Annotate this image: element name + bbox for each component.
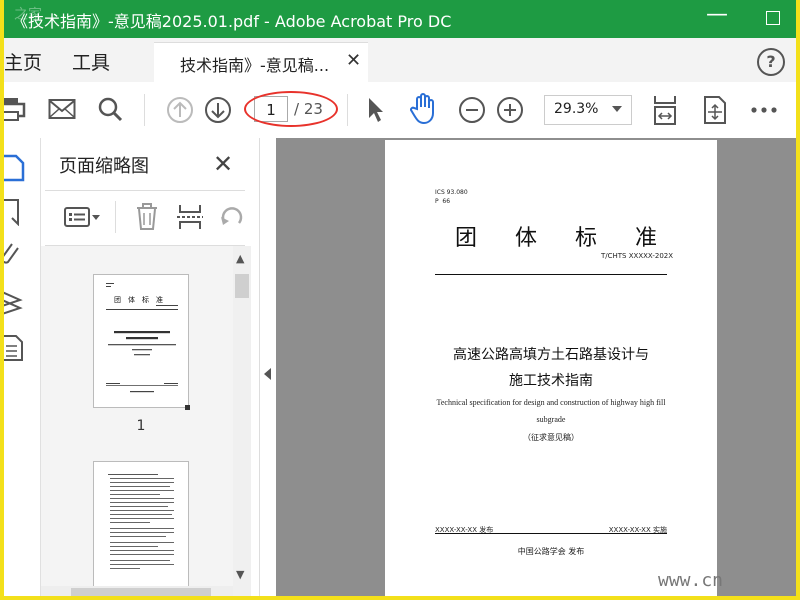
navigation-rail — [4, 138, 41, 596]
help-button[interactable]: ? — [757, 48, 785, 76]
highlight-annotation — [244, 91, 338, 127]
toolbar: 1 / 23 29.3% — [4, 82, 796, 139]
print-icon[interactable] — [4, 96, 26, 122]
tab-bar: 主页 工具 技术指南》-意见稿... ✕ ? — [4, 38, 796, 83]
page-down-icon[interactable] — [204, 96, 232, 124]
scrollbar-thumb[interactable] — [71, 588, 211, 596]
scroll-mode-icon[interactable] — [702, 95, 728, 125]
close-panel-button[interactable]: ✕ — [213, 150, 233, 178]
zoom-value: 29.3% — [554, 101, 599, 117]
tab-tools[interactable]: 工具 — [72, 48, 110, 75]
delete-page-icon[interactable] — [135, 203, 159, 231]
header-rule — [435, 274, 667, 275]
options-menu-icon[interactable] — [63, 205, 103, 229]
attachment-icon[interactable] — [4, 242, 24, 270]
standard-code: T/CHTS XXXXX-202X — [601, 252, 674, 260]
watermark: 之家 — [14, 7, 42, 23]
chevron-down-icon — [612, 106, 622, 112]
tab-home[interactable]: 主页 — [4, 48, 42, 75]
thumbnail-horizontal-scrollbar[interactable] — [41, 586, 233, 596]
page-thumbnail-1[interactable]: 团体标准 — [93, 274, 189, 408]
scroll-down-icon[interactable]: ▼ — [236, 568, 244, 581]
content-icon[interactable] — [4, 334, 26, 362]
thumbnail-panel: 页面缩略图 ✕ 团体标准 1 ▲ ▼ — [41, 138, 260, 596]
pdf-page: ICS 93.080 P 66 团体标准 T/CHTS XXXXX-202X 高… — [385, 140, 717, 596]
english-title-line2: subgrade — [536, 415, 566, 424]
document-title-line1: 高速公路高填方土石路基设计与 — [453, 347, 649, 363]
document-title-line2: 施工技术指南 — [509, 373, 593, 389]
minimize-button[interactable]: — — [704, 2, 730, 32]
tab-document[interactable]: 技术指南》-意见稿... ✕ — [154, 42, 368, 83]
app-window: 《技术指南》-意见稿2025.01.pdf - Adobe Acrobat Pr… — [0, 0, 800, 600]
layers-icon[interactable] — [4, 288, 26, 316]
mail-icon[interactable] — [48, 98, 76, 120]
select-arrow-icon[interactable] — [366, 96, 386, 124]
title-bar: 《技术指南》-意见稿2025.01.pdf - Adobe Acrobat Pr… — [4, 0, 796, 38]
english-title-line1: Technical specification for design and c… — [436, 398, 666, 407]
page-thumbnails-icon[interactable] — [4, 154, 26, 182]
toolbar-divider — [144, 94, 145, 126]
bookmark-icon[interactable] — [4, 198, 24, 226]
rotate-page-icon[interactable] — [219, 203, 245, 231]
page-up-icon[interactable] — [166, 96, 194, 124]
close-tab-button[interactable]: ✕ — [346, 50, 361, 71]
zoom-dropdown[interactable]: 29.3% — [544, 95, 632, 125]
toolbar-divider — [115, 201, 116, 233]
scroll-up-icon[interactable]: ▲ — [236, 252, 244, 265]
document-tab-label: 技术指南》-意见稿... — [180, 56, 330, 75]
scrollbar-thumb[interactable] — [235, 274, 249, 298]
panel-title: 页面缩略图 — [59, 156, 149, 177]
collapse-panel-strip[interactable] — [260, 138, 276, 596]
thumbnail-toolbar — [45, 190, 245, 246]
standard-type: 团体标准 — [455, 226, 696, 251]
window-title: 《技术指南》-意见稿2025.01.pdf - Adobe Acrobat Pr… — [12, 12, 452, 31]
zoom-out-icon[interactable] — [458, 96, 486, 124]
document-view[interactable]: ICS 93.080 P 66 团体标准 T/CHTS XXXXX-202X 高… — [276, 138, 796, 596]
zoom-in-icon[interactable] — [496, 96, 524, 124]
fit-page-icon[interactable] — [652, 94, 678, 126]
extract-page-icon[interactable] — [177, 203, 203, 231]
svg-text:团体标准: 团体标准 — [114, 295, 170, 304]
ics-code: ICS 93.080 P 66 — [435, 189, 468, 205]
thumbnail-list[interactable]: 团体标准 1 — [41, 246, 233, 596]
search-icon[interactable] — [97, 96, 123, 122]
hand-tool-icon[interactable] — [408, 93, 438, 125]
thumbnail-resize-handle[interactable] — [185, 405, 190, 410]
draft-note: （征求意见稿） — [523, 433, 579, 442]
page-thumbnail-2[interactable] — [93, 461, 189, 596]
maximize-button[interactable] — [766, 11, 780, 25]
publishing-organization: 中国公路学会 发布 — [517, 547, 585, 556]
footer-rule — [435, 533, 667, 534]
more-icon[interactable] — [750, 106, 778, 114]
thumbnail-page-number: 1 — [136, 418, 146, 434]
toolbar-divider — [347, 94, 348, 126]
collapse-left-icon[interactable] — [264, 368, 271, 380]
watermark: www.cn — [658, 570, 724, 591]
thumbnail-vertical-scrollbar[interactable]: ▲ ▼ — [233, 246, 251, 596]
